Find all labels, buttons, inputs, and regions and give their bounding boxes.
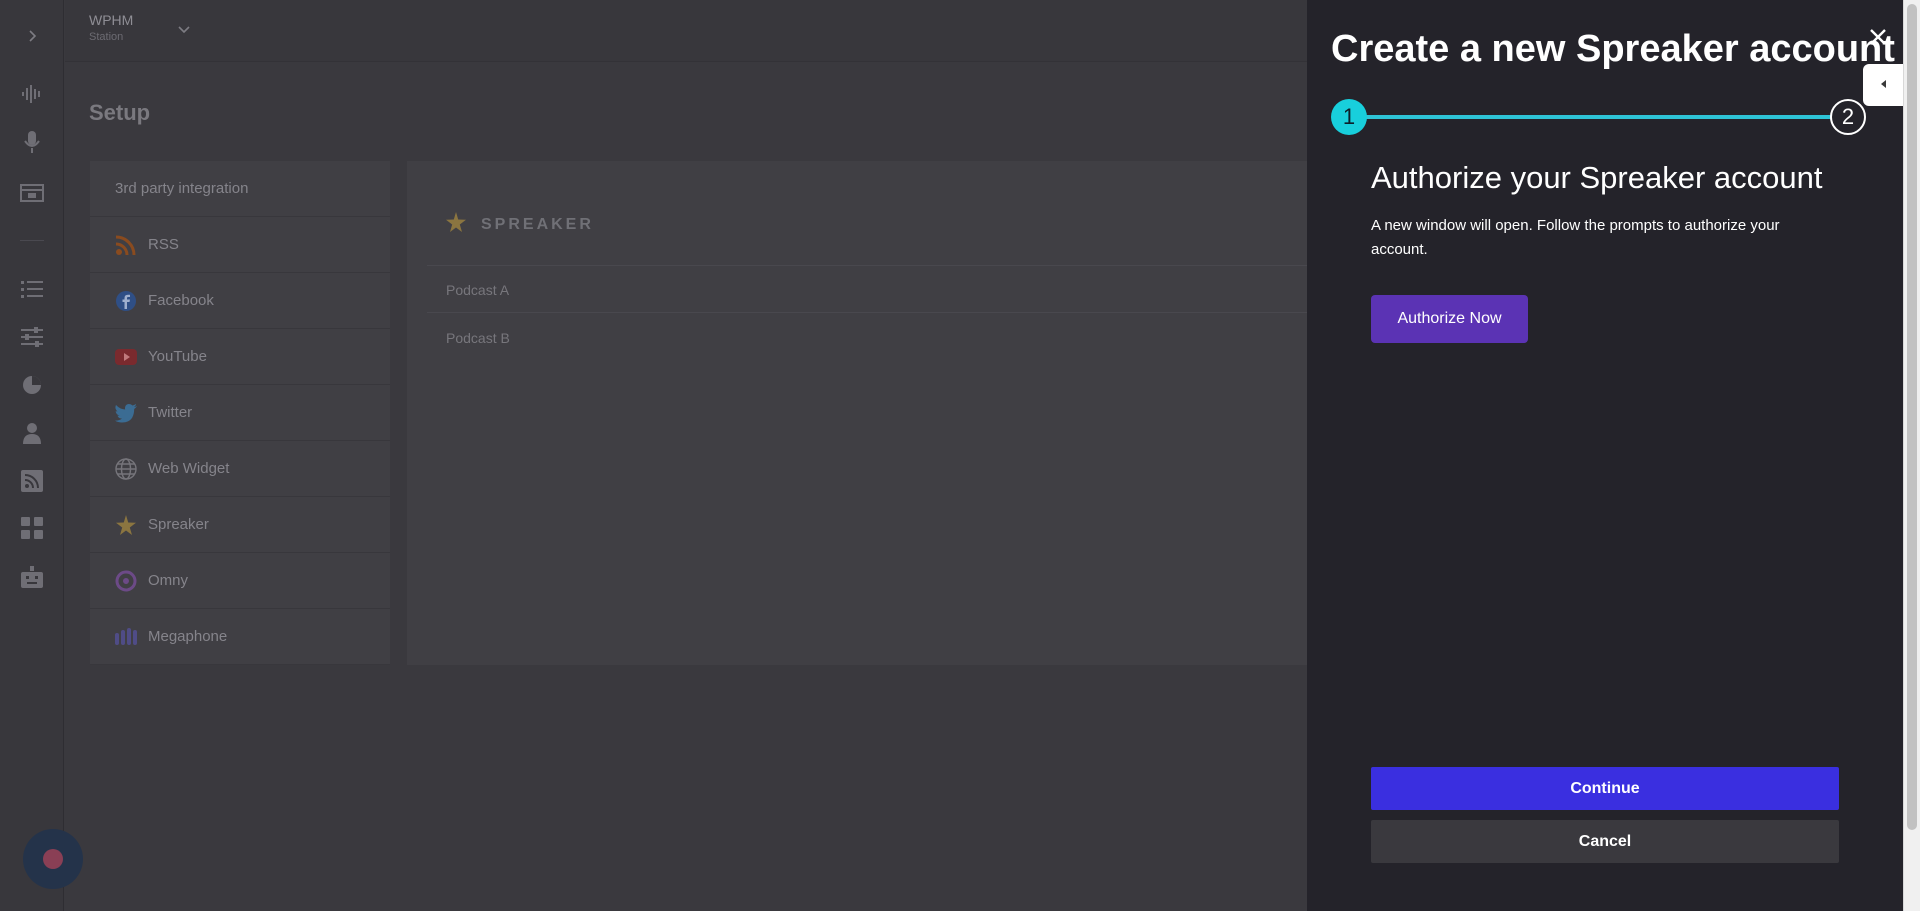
podcast-item[interactable]: Podcast A bbox=[446, 282, 509, 298]
integration-item-label: Omny bbox=[148, 572, 189, 589]
user-icon[interactable] bbox=[20, 421, 44, 445]
left-rail bbox=[0, 0, 83, 911]
integration-item-megaphone[interactable]: Megaphone bbox=[90, 609, 390, 665]
divider bbox=[427, 312, 1307, 313]
integration-item-label: YouTube bbox=[148, 348, 207, 365]
integration-list-heading: 3rd party integration bbox=[90, 161, 390, 217]
page-title: Setup bbox=[89, 100, 151, 125]
integration-item-facebook[interactable]: Facebook bbox=[90, 273, 390, 329]
apps-grid-icon[interactable] bbox=[20, 516, 44, 540]
spreaker-star-icon bbox=[445, 211, 467, 238]
stepper-step-2: 2 bbox=[1830, 99, 1866, 135]
cancel-button[interactable]: Cancel bbox=[1371, 820, 1839, 863]
integration-item-omny[interactable]: Omny bbox=[90, 553, 390, 609]
waveform-icon[interactable] bbox=[20, 82, 44, 106]
microphone-icon[interactable] bbox=[20, 130, 44, 154]
record-dot-icon bbox=[43, 849, 63, 869]
station-name: WPHM bbox=[89, 12, 134, 28]
chevron-down-icon[interactable] bbox=[175, 20, 193, 38]
integration-item-twitter[interactable]: Twitter bbox=[90, 385, 390, 441]
scrollbar-thumb[interactable] bbox=[1907, 4, 1917, 830]
station-subtitle: Station bbox=[89, 31, 124, 43]
omny-icon bbox=[114, 569, 138, 593]
record-button[interactable] bbox=[23, 829, 83, 889]
sliders-icon[interactable] bbox=[20, 325, 44, 349]
integration-item-label: RSS bbox=[148, 236, 179, 253]
close-icon[interactable] bbox=[1865, 24, 1891, 50]
vertical-scrollbar[interactable] bbox=[1903, 0, 1920, 911]
integration-item-label: Web Widget bbox=[148, 460, 230, 477]
rss-feed-icon[interactable] bbox=[20, 469, 44, 493]
create-account-drawer: Create a new Spreaker account 1 2 Author… bbox=[1307, 0, 1903, 911]
divider bbox=[427, 265, 1307, 266]
integration-item-label: Spreaker bbox=[148, 516, 209, 533]
continue-button[interactable]: Continue bbox=[1371, 767, 1839, 810]
integration-item-youtube[interactable]: YouTube bbox=[90, 329, 390, 385]
drawer-description: A new window will open. Follow the promp… bbox=[1371, 217, 1780, 258]
media-icon[interactable] bbox=[20, 181, 44, 205]
integration-item-spreaker[interactable]: Spreaker bbox=[90, 497, 390, 553]
collapse-tab[interactable] bbox=[1863, 64, 1905, 106]
youtube-icon bbox=[114, 345, 138, 369]
integration-list: 3rd party integration RSS Facebook YouTu… bbox=[90, 161, 390, 665]
list-icon[interactable] bbox=[20, 277, 44, 301]
drawer-title: Create a new Spreaker account bbox=[1331, 28, 1895, 70]
spreaker-star-icon bbox=[114, 513, 138, 537]
spreaker-brand-label: SPREAKER bbox=[481, 215, 594, 233]
stepper-step-1: 1 bbox=[1331, 99, 1367, 135]
facebook-icon bbox=[114, 289, 138, 313]
integration-item-rss[interactable]: RSS bbox=[90, 217, 390, 273]
integration-item-label: Twitter bbox=[148, 404, 193, 421]
megaphone-bars-icon bbox=[114, 625, 138, 649]
drawer-heading: Authorize your Spreaker account bbox=[1371, 160, 1823, 195]
spreaker-panel: SPREAKER Podcast A Podcast B bbox=[407, 161, 1307, 665]
robot-icon[interactable] bbox=[20, 565, 44, 589]
station-selector[interactable]: WPHM Station bbox=[89, 12, 133, 43]
rss-icon bbox=[114, 233, 138, 257]
globe-icon bbox=[114, 457, 138, 481]
caret-left-icon bbox=[1879, 76, 1889, 94]
chevron-right-icon[interactable] bbox=[20, 24, 44, 48]
integration-item-label: Facebook bbox=[148, 292, 214, 309]
stepper-progress-line bbox=[1347, 115, 1847, 119]
spreaker-brand: SPREAKER bbox=[445, 211, 594, 238]
chart-pie-icon[interactable] bbox=[20, 373, 44, 397]
authorize-now-button[interactable]: Authorize Now bbox=[1371, 295, 1528, 343]
integration-item-web-widget[interactable]: Web Widget bbox=[90, 441, 390, 497]
integration-item-label: Megaphone bbox=[148, 628, 228, 645]
rail-divider bbox=[20, 240, 44, 241]
podcast-item[interactable]: Podcast B bbox=[446, 330, 510, 346]
twitter-icon bbox=[114, 401, 138, 425]
